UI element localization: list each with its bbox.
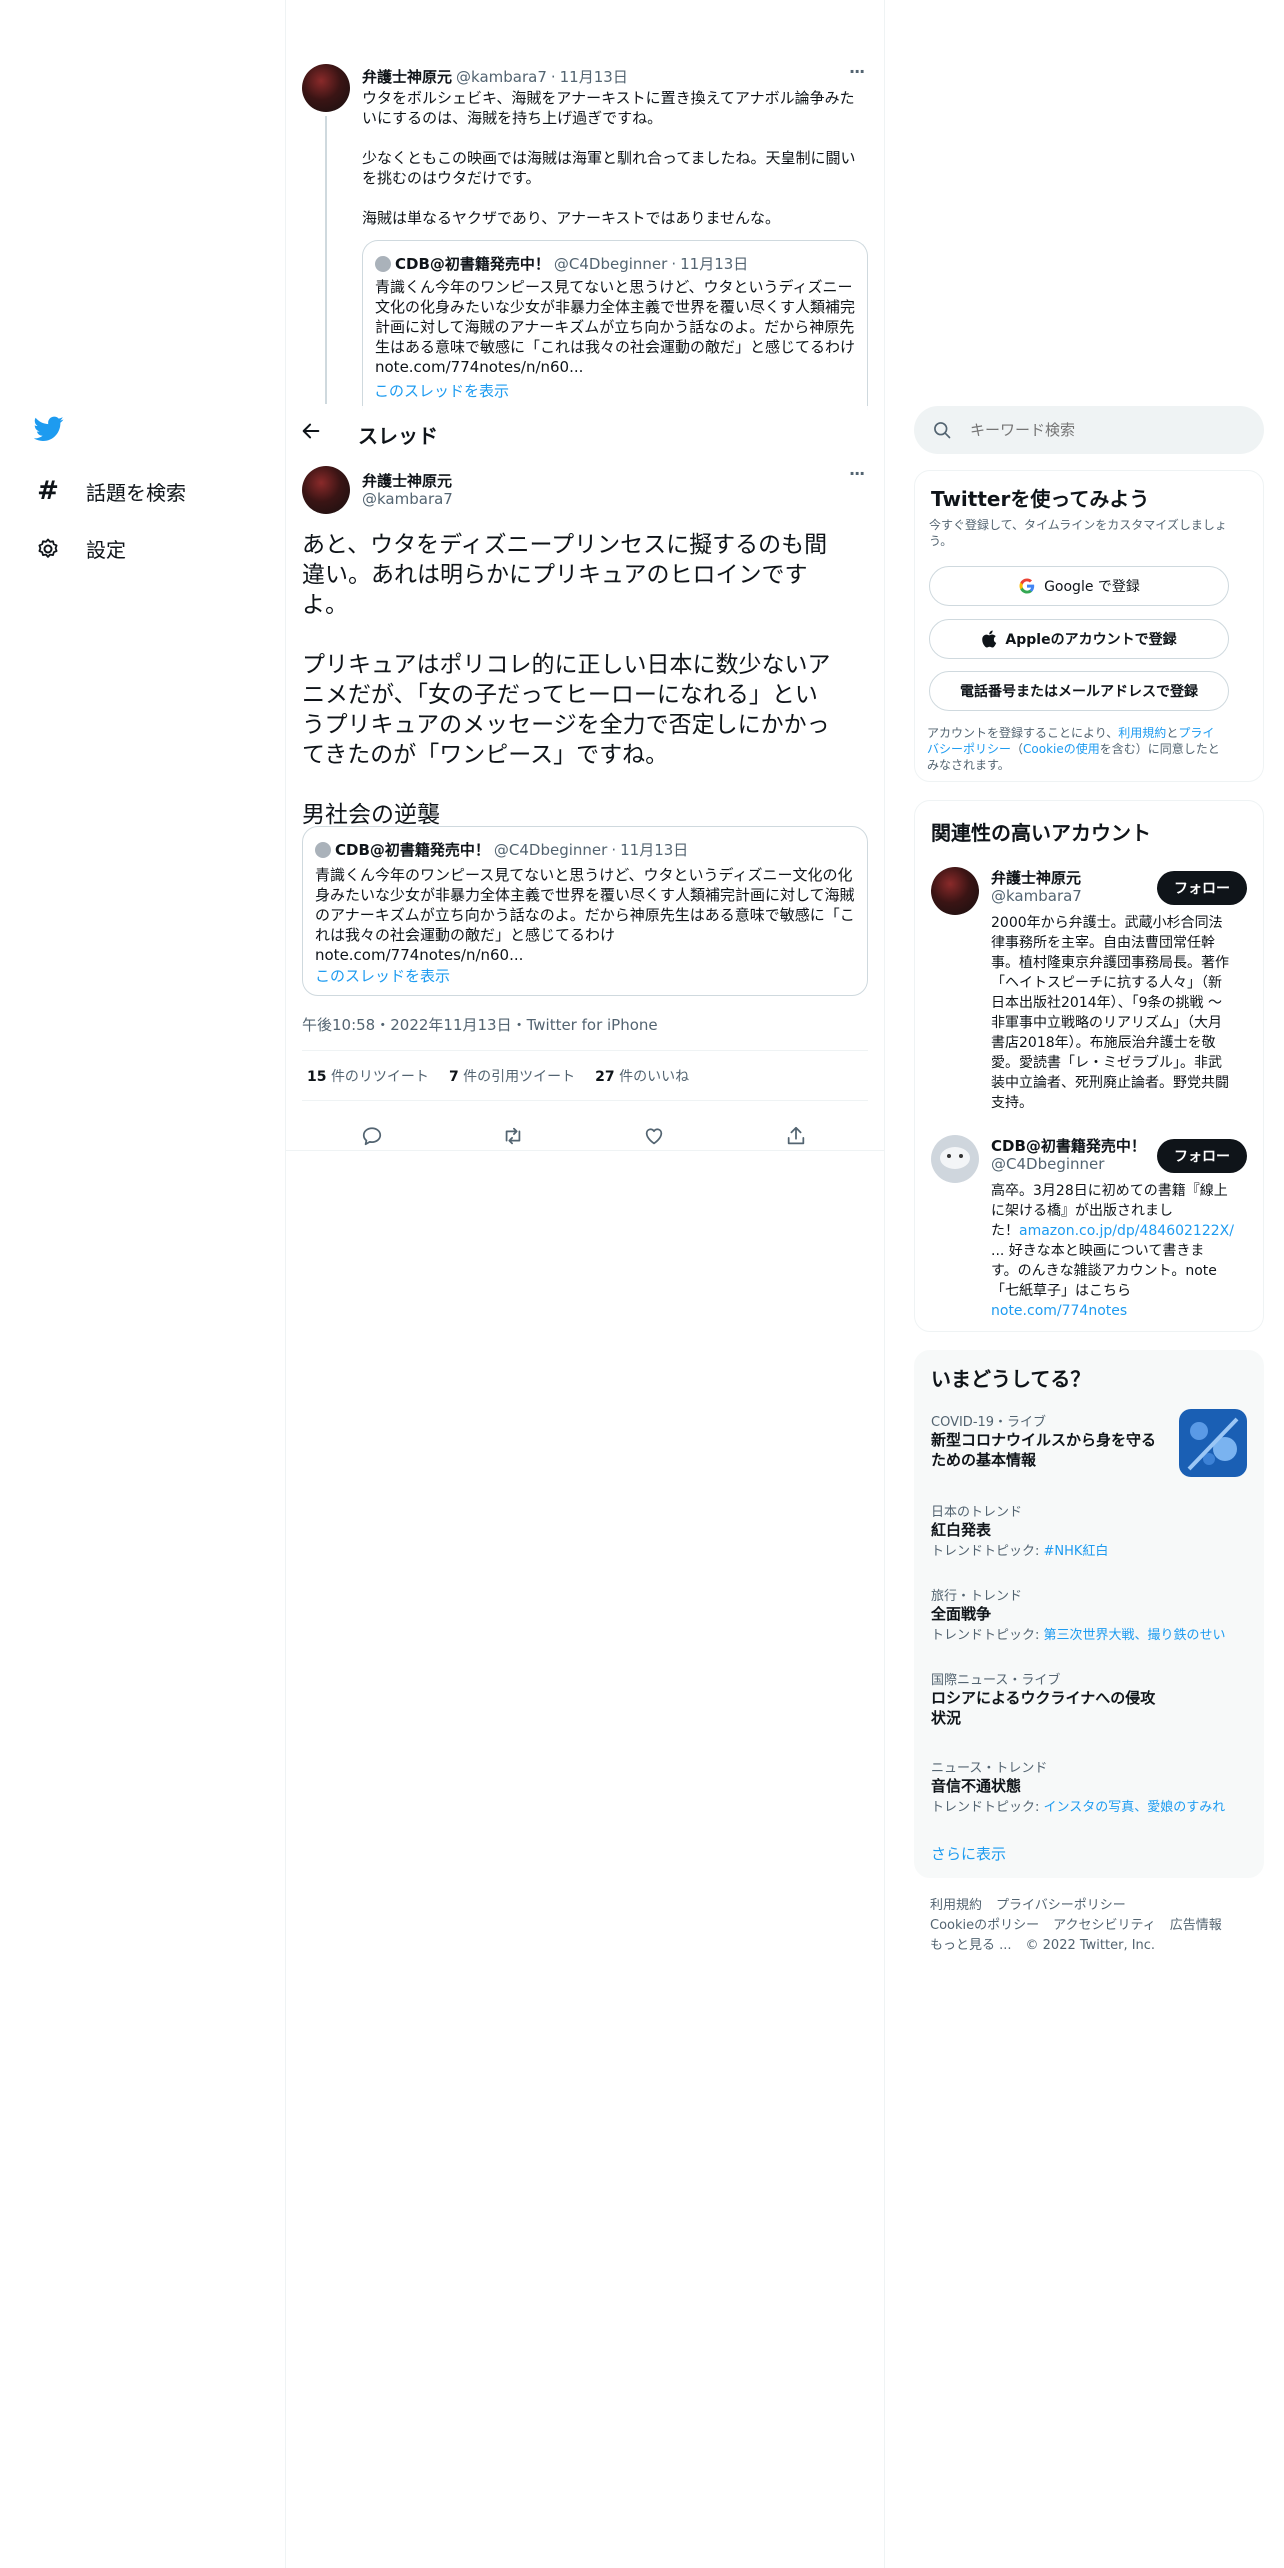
privacy-link[interactable]: プライ [1178, 726, 1214, 740]
share-icon [785, 1125, 807, 1147]
footer: 利用規約 プライバシーポリシー Cookieのポリシー アクセシビリティ 広告情… [930, 1896, 1260, 1956]
footer-link[interactable]: 利用規約 [930, 1896, 982, 1916]
nav-settings-label: 設定 [86, 538, 126, 562]
tweet-timestamp[interactable]: 午後10:58・2022年11月13日・Twitter for iPhone [302, 1014, 658, 1035]
nav-explore[interactable]: # 話題を検索 [34, 476, 186, 506]
reply-icon [361, 1125, 383, 1147]
account-bio: 2000年から弁護士。武蔵小杉合同法 律事務所を主宰。自由法曹団常任幹 事。植村… [991, 915, 1229, 1111]
copyright: © 2022 Twitter, Inc. [1025, 1938, 1156, 1953]
page-title: スレッド [358, 424, 438, 448]
quoted-author-handle: @C4Dbeginner [493, 840, 608, 859]
tweet-date[interactable]: 11月13日 [560, 66, 628, 87]
apple-icon [981, 630, 997, 648]
relevant-accounts-title: 関連性の高いアカウント [931, 821, 1151, 845]
bio-link[interactable]: amazon.co.jp/dp/484602122X/ [1019, 1223, 1234, 1239]
back-arrow-icon[interactable] [300, 420, 322, 442]
author-handle: @kambara7 [362, 490, 453, 508]
follow-button[interactable]: フォロー [1157, 1139, 1247, 1173]
quoted-text: 青識くん今年のワンピース見てないと思うけど、ウタというディズニー文化の化 身みた… [315, 866, 855, 964]
retweet-button[interactable] [493, 1116, 533, 1156]
retweet-icon [501, 1125, 525, 1147]
apple-signup-button[interactable]: Appleのアカウントで登録 [929, 619, 1229, 659]
account-name[interactable]: 弁護士神原元 [991, 867, 1081, 888]
trend-item[interactable]: 旅行・トレンド 全面戦争 トレンドトピック: 第三次世界大戦、撮り鉄のせい [931, 1585, 1249, 1643]
show-more-link[interactable]: さらに表示 [931, 1843, 1006, 1864]
avatar[interactable] [302, 466, 350, 514]
retweets-stat[interactable]: 15 件のリツイート [307, 1066, 429, 1086]
signup-subtitle: 今すぐ登録して、タイムラインをカスタマイズしましょ う。 [929, 518, 1227, 548]
quoted-author-name: CDB@初書籍発売中！ [395, 255, 550, 273]
author-name[interactable]: 弁護士神原元 [362, 470, 452, 491]
trend-thumbnail [1179, 1409, 1247, 1477]
follow-button[interactable]: フォロー [1157, 871, 1247, 905]
main-tweet: 弁護士神原元 @kambara7 ··· あと、ウタをディズニープリンセスに擬す… [285, 458, 884, 1158]
signup-terms: アカウントを登録することにより、利用規約とプライ バシーポリシー（Cookieの… [927, 726, 1220, 772]
trends-title: いまどうしてる？ [931, 1367, 1091, 1391]
relevant-accounts-card: 関連性の高いアカウント 弁護士神原元 @kambara7 フォロー 2000年か… [914, 800, 1264, 1332]
footer-link[interactable]: プライバシーポリシー [996, 1896, 1126, 1916]
avatar[interactable] [931, 1135, 979, 1183]
account-bio: 高卒。3月28日に初めての書籍『線上 に架ける橋』が出版されまし た！amazo… [991, 1181, 1253, 1321]
privacy-link-cont[interactable]: バシーポリシー [927, 742, 1011, 756]
trends-card: いまどうしてる？ COVID-19・ライブ 新型コロナウイルスから身を守る ため… [914, 1350, 1264, 1878]
trend-item[interactable]: 日本のトレンド 紅白発表 トレンドトピック: #NHK紅白 [931, 1501, 1249, 1559]
likes-stat[interactable]: 27 件のいいね [595, 1066, 689, 1086]
author-handle: @kambara7 [456, 67, 547, 86]
top-tweet[interactable]: 弁護士神原元 @kambara7 · 11月13日 ··· ウタをボルシェビキ、… [285, 50, 884, 410]
twitter-logo-icon[interactable] [34, 416, 64, 442]
terms-link[interactable]: 利用規約 [1118, 726, 1166, 740]
phone-email-signup-button[interactable]: 電話番号またはメールアドレスで登録 [929, 671, 1229, 711]
quoted-text: 青識くん今年のワンピース見てないと思うけど、ウタというディズニー 文化の化身みた… [375, 278, 856, 376]
center-column-divider [884, 0, 885, 2568]
show-thread-link[interactable]: このスレッドを表示 [315, 965, 450, 986]
cookie-link[interactable]: Cookieの使用 [1023, 742, 1100, 756]
nav-explore-label: 話題を検索 [86, 480, 186, 505]
gear-icon [34, 537, 62, 561]
thread-connector [325, 116, 327, 404]
account-handle: @kambara7 [991, 887, 1082, 905]
signup-title: Twitterを使ってみよう [931, 487, 1150, 511]
footer-link[interactable]: 広告情報 [1170, 1916, 1222, 1936]
share-button[interactable] [776, 1116, 816, 1156]
signup-card: Twitterを使ってみよう 今すぐ登録して、タイムラインをカスタマイズしましょ… [914, 470, 1264, 782]
tweet-text: あと、ウタをディズニープリンセスに擬するのも間 違い。あれは明らかにプリキュアの… [302, 532, 831, 828]
footer-more-link[interactable]: もっと見る ... [930, 1936, 1012, 1956]
divider [302, 1050, 868, 1051]
footer-link[interactable]: アクセシビリティ [1053, 1916, 1156, 1936]
trend-item[interactable]: ニュース・トレンド 音信不通状態 トレンドトピック: インスタの写真、愛娘のすみ… [931, 1757, 1249, 1815]
nav-settings[interactable]: 設定 [34, 534, 126, 563]
quoted-date: 11月13日 [680, 255, 749, 273]
tweet-text: ウタをボルシェビキ、海賊をアナーキストに置き換えてアナボル論争みた いにするのは… [362, 89, 856, 227]
tweet-stats: 15 件のリツイート 7 件の引用ツイート 27 件のいいね [307, 1066, 689, 1086]
divider [302, 1100, 868, 1101]
quoted-author-name: CDB@初書籍発売中！ [335, 841, 490, 859]
more-icon[interactable]: ··· [849, 62, 865, 81]
bio-link[interactable]: note.com/774notes [991, 1301, 1253, 1321]
avatar[interactable] [302, 64, 350, 112]
avatar [315, 841, 331, 858]
avatar[interactable] [931, 867, 979, 915]
search-bar[interactable] [914, 406, 1264, 454]
footer-link[interactable]: Cookieのポリシー [930, 1916, 1039, 1936]
account-handle: @C4Dbeginner [991, 1155, 1105, 1173]
reply-button[interactable] [352, 1116, 392, 1156]
more-icon[interactable]: ··· [849, 464, 865, 483]
search-icon [932, 420, 952, 440]
quoted-author-handle: @C4Dbeginner [553, 254, 668, 273]
author-name[interactable]: 弁護士神原元 [362, 66, 452, 87]
avatar [375, 255, 391, 272]
trend-item[interactable]: 国際ニュース・ライブ ロシアによるウクライナへの侵攻 状況 [931, 1669, 1249, 1728]
hashtag-icon: # [37, 476, 59, 506]
heart-icon [643, 1125, 665, 1147]
like-button[interactable] [634, 1116, 674, 1156]
thread-header: スレッド [286, 406, 884, 458]
google-signup-button[interactable]: Google で登録 [929, 566, 1229, 606]
quoted-tweet[interactable]: CDB@初書籍発売中！ @C4Dbeginner · 11月13日 青識くん今年… [302, 826, 868, 996]
google-icon [1018, 577, 1036, 595]
show-thread-link[interactable]: このスレッドを表示 [374, 380, 509, 401]
quoted-date: 11月13日 [620, 841, 689, 859]
search-input[interactable] [970, 418, 1240, 442]
account-name[interactable]: CDB@初書籍発売中！ [991, 1135, 1146, 1156]
quote-tweets-stat[interactable]: 7 件の引用ツイート [449, 1066, 575, 1086]
